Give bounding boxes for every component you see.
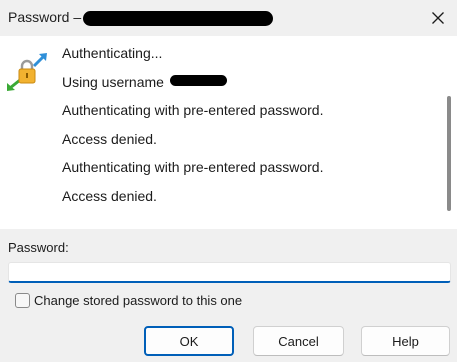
password-label: Password: [8,240,69,255]
change-stored-password-option[interactable]: Change stored password to this one [15,293,242,308]
scrollbar-thumb[interactable] [447,96,451,211]
log-line: Authenticating with pre-entered password… [62,159,324,175]
ok-button[interactable]: OK [144,326,234,356]
redacted-username [169,74,227,86]
log-line: Authenticating... [62,45,163,61]
help-button[interactable]: Help [361,326,450,356]
change-stored-password-checkbox[interactable] [15,293,30,308]
log-line: Using username [62,72,323,101]
log-line: Access denied. [62,130,157,147]
log-line: Authenticating with pre-entered password… [62,102,324,118]
close-button[interactable] [424,6,452,30]
close-icon [432,12,444,24]
window-title: Password – [8,9,82,25]
cancel-button[interactable]: Cancel [253,326,344,356]
redacted-hostname [83,11,273,26]
password-field[interactable] [8,262,451,283]
lock-key-transfer-icon [7,53,47,91]
authentication-log[interactable]: Authenticating... Using username Authent… [0,36,440,229]
log-line: Access denied. [62,187,157,204]
log-scrollbar[interactable] [440,36,457,229]
checkbox-label[interactable]: Change stored password to this one [34,293,242,308]
log-lines: Authenticating... Using username Authent… [62,43,323,214]
title-bar: Password – [0,0,457,36]
